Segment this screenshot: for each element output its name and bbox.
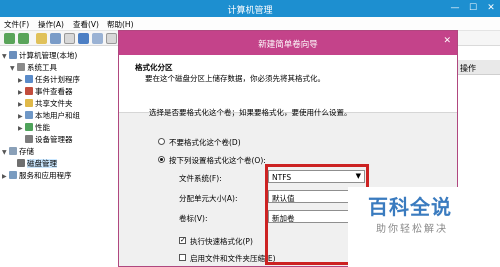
computer-icon — [9, 51, 17, 59]
menu-file[interactable]: 文件(F) — [4, 19, 29, 30]
shared-folder-icon — [25, 99, 33, 107]
storage-icon — [9, 147, 17, 155]
close-button[interactable]: ✕ — [482, 0, 500, 17]
section-title: 格式化分区 — [135, 63, 173, 72]
expand-icon[interactable]: ▶ — [18, 77, 25, 84]
quick-format-label[interactable]: 执行快速格式化(P) — [190, 236, 253, 247]
back-icon[interactable] — [4, 33, 15, 44]
wizard-title: 新建简单卷向导 — [258, 40, 318, 50]
menu-view[interactable]: 查看(V) — [73, 19, 99, 30]
refresh-icon[interactable] — [106, 33, 117, 44]
services-icon — [9, 171, 17, 179]
event-viewer-icon — [25, 87, 33, 95]
no-format-label[interactable]: 不要格式化这个卷(D) — [169, 137, 241, 148]
main-title-bar: 计算机管理 — ☐ ✕ — [0, 0, 500, 17]
folder-up-icon[interactable] — [36, 33, 47, 44]
properties-icon[interactable] — [64, 33, 75, 44]
tree-node-performance[interactable]: ▶ 性能 — [18, 122, 50, 133]
expand-icon[interactable]: ▶ — [18, 101, 25, 108]
wizard-header: 格式化分区 要在这个磁盘分区上储存数据，你必须先将其格式化。 — [119, 55, 457, 113]
tools-icon — [17, 63, 25, 71]
scheduler-icon — [25, 75, 33, 83]
tree-node-task-scheduler[interactable]: ▶ 任务计划程序 — [18, 74, 80, 85]
console-tree: ▼ 计算机管理(本地) ▼ 系统工具 ▶ 任务计划程序 ▶ 事件查看器 ▶ 共享文件夹 ▶… — [0, 46, 118, 267]
users-icon — [25, 111, 33, 119]
window-title: 计算机管理 — [227, 6, 273, 16]
format-radio[interactable] — [158, 156, 165, 163]
expand-icon[interactable]: ▶ — [18, 125, 25, 132]
tree-node-local-users[interactable]: ▶ 本地用户和组 — [18, 110, 80, 121]
performance-icon — [25, 123, 33, 131]
expand-icon[interactable]: ▶ — [18, 113, 25, 120]
format-label[interactable]: 按下列设置格式化这个卷(O): — [169, 155, 266, 166]
menu-help[interactable]: 帮助(H) — [107, 19, 134, 30]
watermark-slogan: 助你轻松解决 — [376, 224, 448, 235]
help-icon[interactable] — [78, 33, 89, 44]
minimize-button[interactable]: — — [446, 0, 464, 17]
tree-node-shared-folders[interactable]: ▶ 共享文件夹 — [18, 98, 73, 109]
collapse-icon[interactable]: ▼ — [10, 65, 17, 72]
expand-icon[interactable]: ▶ — [2, 173, 9, 180]
tree-node-device-manager[interactable]: 设备管理器 — [25, 134, 73, 145]
allocation-unit-label: 分配单元大小(A): — [179, 194, 238, 203]
menu-action[interactable]: 操作(A) — [38, 19, 64, 30]
menu-bar: 文件(F) 操作(A) 查看(V) 帮助(H) — [0, 17, 500, 31]
tree-node-storage[interactable]: ▼ 存储 — [2, 146, 34, 157]
tree-node-system-tools[interactable]: ▼ 系统工具 — [10, 62, 57, 73]
wizard-title-bar: 新建简单卷向导 ✕ — [119, 31, 457, 55]
view-icon[interactable] — [92, 33, 103, 44]
tree-node-services[interactable]: ▶ 服务和应用程序 — [2, 170, 72, 181]
tree-node-event-viewer[interactable]: ▶ 事件查看器 — [18, 86, 73, 97]
expand-icon[interactable]: ▶ — [18, 89, 25, 96]
device-manager-icon — [25, 135, 33, 143]
wizard-close-button[interactable]: ✕ — [443, 36, 451, 46]
section-description: 要在这个磁盘分区上储存数据，你必须先将其格式化。 — [145, 74, 325, 83]
volume-label-label: 卷标(V): — [179, 214, 208, 223]
format-prompt: 选择是否要格式化这个卷；如果要格式化，要使用什么设置。 — [149, 108, 352, 117]
compression-label[interactable]: 启用文件和文件夹压缩(E) — [190, 253, 276, 264]
watermark: 百科全说 助你轻松解决 — [348, 187, 500, 267]
collapse-icon[interactable]: ▼ — [2, 149, 9, 156]
no-format-radio[interactable] — [158, 138, 165, 145]
tree-node-root[interactable]: ▼ 计算机管理(本地) — [2, 50, 77, 61]
disk-icon — [17, 159, 25, 167]
tree-node-disk-management[interactable]: 磁盘管理 — [17, 158, 57, 169]
show-hide-tree-icon[interactable] — [50, 33, 61, 44]
forward-icon[interactable] — [18, 33, 29, 44]
actions-header: 操作 — [452, 60, 500, 75]
file-system-label: 文件系统(F): — [179, 174, 222, 183]
maximize-button[interactable]: ☐ — [464, 0, 482, 17]
collapse-icon[interactable]: ▼ — [2, 53, 9, 60]
quick-format-checkbox[interactable]: ✓ — [179, 237, 186, 244]
watermark-brand: 百科全说 — [368, 195, 452, 219]
compression-checkbox[interactable] — [179, 254, 186, 261]
